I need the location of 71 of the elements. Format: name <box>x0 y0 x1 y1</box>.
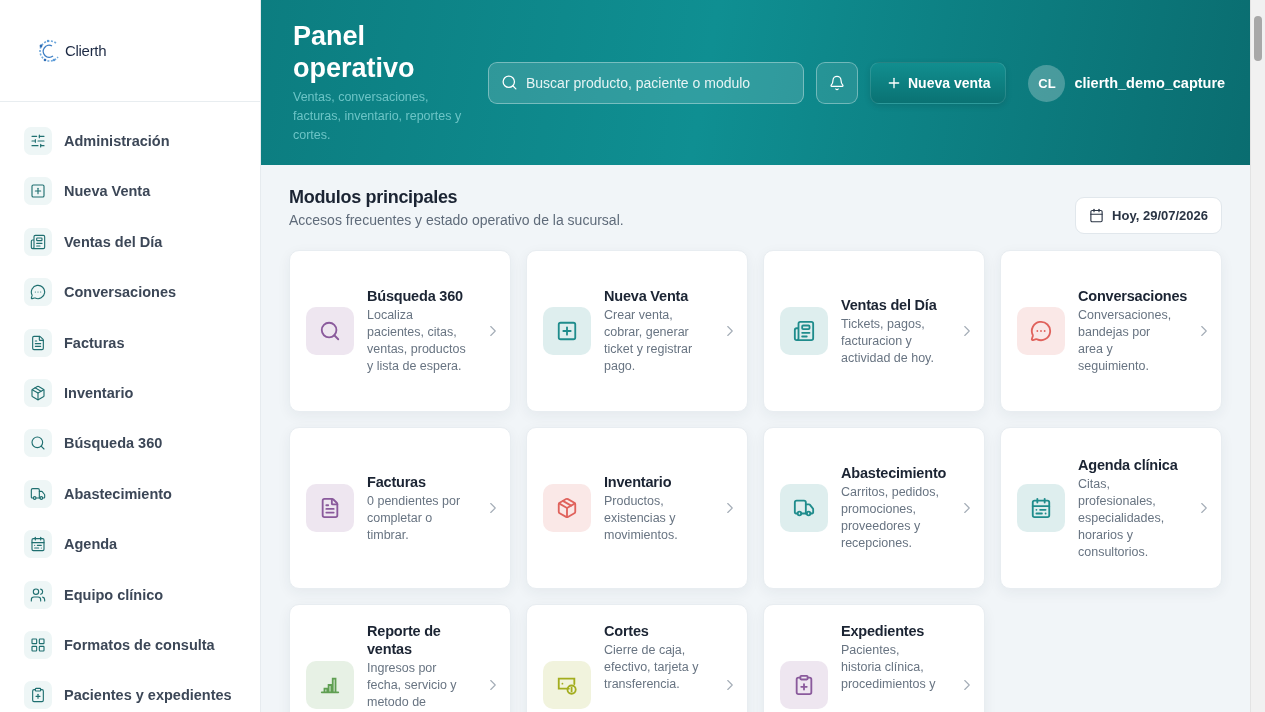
module-description: Pacientes, historia clínica, procedimientos y <box>841 642 937 693</box>
sidebar-item[interactable]: Administración <box>24 126 260 156</box>
module-description: Tickets, pagos, facturacion y actividad de hoy. <box>841 315 935 367</box>
module-description: Crear venta, cobrar, generar ticket y registrar pago. <box>604 307 694 375</box>
module-description: Carritos, pedidos, promociones, proveedores y recepciones. <box>841 484 940 552</box>
sidebar-item[interactable]: Facturas <box>24 327 260 358</box>
module-title: Conversaciones <box>1078 287 1188 305</box>
module-title: Inventario <box>604 472 672 491</box>
logo-icon <box>36 37 62 64</box>
module-title: Búsqueda 360 <box>367 287 463 305</box>
sidebar-item[interactable]: Inventario <box>24 377 260 408</box>
grid-icon <box>24 630 52 659</box>
module-card[interactable]: Búsqueda 360 Localiza pacientes, citas, ventas, productos y lista de espera. <box>289 250 511 412</box>
module-description: 0 pendientes por completar o timbrar. <box>367 492 462 544</box>
date-button[interactable]: Hoy, 29/07/2026 <box>1075 197 1222 234</box>
sidebar-item[interactable]: Agenda <box>24 529 260 560</box>
module-card[interactable]: Reporte de ventas Ingresos por fecha, servicio y metodo de <box>289 604 511 712</box>
sidebar-item[interactable]: Ventas del Día <box>24 226 260 257</box>
module-description: Localiza pacientes, citas, ventas, productos y lista de espera. <box>367 307 467 375</box>
module-title: Facturas <box>367 472 426 491</box>
search-icon <box>501 74 518 91</box>
module-title: Reporte de ventas <box>367 622 442 658</box>
module-description: Citas, profesionales, especialidades, horarios y consultorios. <box>1078 475 1166 561</box>
module-title: Ventas del Día <box>841 295 937 314</box>
sidebar-item[interactable]: Búsqueda 360 <box>24 428 260 459</box>
box-icon <box>24 378 52 407</box>
notifications-button[interactable] <box>816 62 858 104</box>
document-icon <box>24 328 52 357</box>
list-icon <box>24 227 52 256</box>
bell-icon <box>829 75 845 91</box>
sidebar-item[interactable]: Nueva Venta <box>24 176 260 207</box>
page-title: Panel operativo <box>293 20 416 84</box>
module-card[interactable]: Cortes Cierre de caja, efectivo, tarjeta y transferencia. <box>526 604 748 712</box>
module-card[interactable]: Inventario Productos, existencias y movimientos. <box>526 427 748 589</box>
calendar-icon <box>24 530 52 559</box>
module-title: Nueva Venta <box>604 287 689 305</box>
sidebar-item[interactable]: Abastecimiento <box>24 478 260 509</box>
module-title: Abastecimiento <box>841 464 947 482</box>
search-icon <box>24 429 52 458</box>
module-title: Agenda clínica <box>1078 455 1178 474</box>
scrollbar[interactable] <box>1250 0 1265 712</box>
chat-bubble-icon <box>24 278 52 307</box>
sliders-icon <box>24 127 52 155</box>
module-card[interactable]: Nueva Venta Crear venta, cobrar, generar ticket y registrar pago. <box>526 250 748 412</box>
user-name: clierth_demo_capture <box>1074 75 1226 91</box>
truck-icon <box>24 479 52 508</box>
module-card[interactable]: Conversaciones Conversaciones, bandejas por area y seguimiento. <box>1000 250 1222 412</box>
sidebar-item[interactable]: Formatos de consulta <box>24 629 260 660</box>
page-subtitle: Ventas, conversaciones, facturas, inventario, reportes y cortes. <box>293 89 463 144</box>
module-card[interactable]: Abastecimiento Carritos, pedidos, promociones, proveedores y recepciones. <box>763 427 985 589</box>
sidebar-item[interactable]: Pacientes y expedientes <box>24 680 260 711</box>
module-card[interactable]: Agenda clínica Citas, profesionales, especialidades, horarios y consultorios. <box>1000 427 1222 589</box>
module-card[interactable]: Facturas 0 pendientes por completar o timbrar. <box>289 427 511 589</box>
section-title: Modulos principales <box>289 187 459 208</box>
brand-name: Clierth <box>65 42 107 59</box>
calendar-icon <box>1089 208 1105 223</box>
sidebar-item[interactable]: Equipo clínico <box>24 579 260 610</box>
users-icon <box>24 580 52 609</box>
module-card[interactable]: Ventas del Día Tickets, pagos, facturacion y actividad de hoy. <box>763 250 985 412</box>
section-subtitle: Accesos frecuentes y estado operativo de la sucursal. <box>289 212 624 228</box>
module-title: Cortes <box>604 622 649 640</box>
module-title: Expedientes <box>841 622 925 640</box>
plus-icon <box>886 75 902 91</box>
module-description: Conversaciones, bandejas por area y seguimiento. <box>1078 307 1173 375</box>
module-description: Ingresos por fecha, servicio y metodo de <box>367 660 458 711</box>
module-card[interactable]: Expedientes Pacientes, historia clínica, procedimientos y <box>763 604 985 712</box>
new-sale-button[interactable]: Nueva venta <box>870 62 1007 104</box>
plus-square-icon <box>24 177 52 206</box>
sidebar-item[interactable]: Conversaciones <box>24 277 260 308</box>
module-description: Productos, existencias y movimientos. <box>604 492 679 544</box>
module-description: Cierre de caja, efectivo, tarjeta y transferencia. <box>604 642 700 693</box>
